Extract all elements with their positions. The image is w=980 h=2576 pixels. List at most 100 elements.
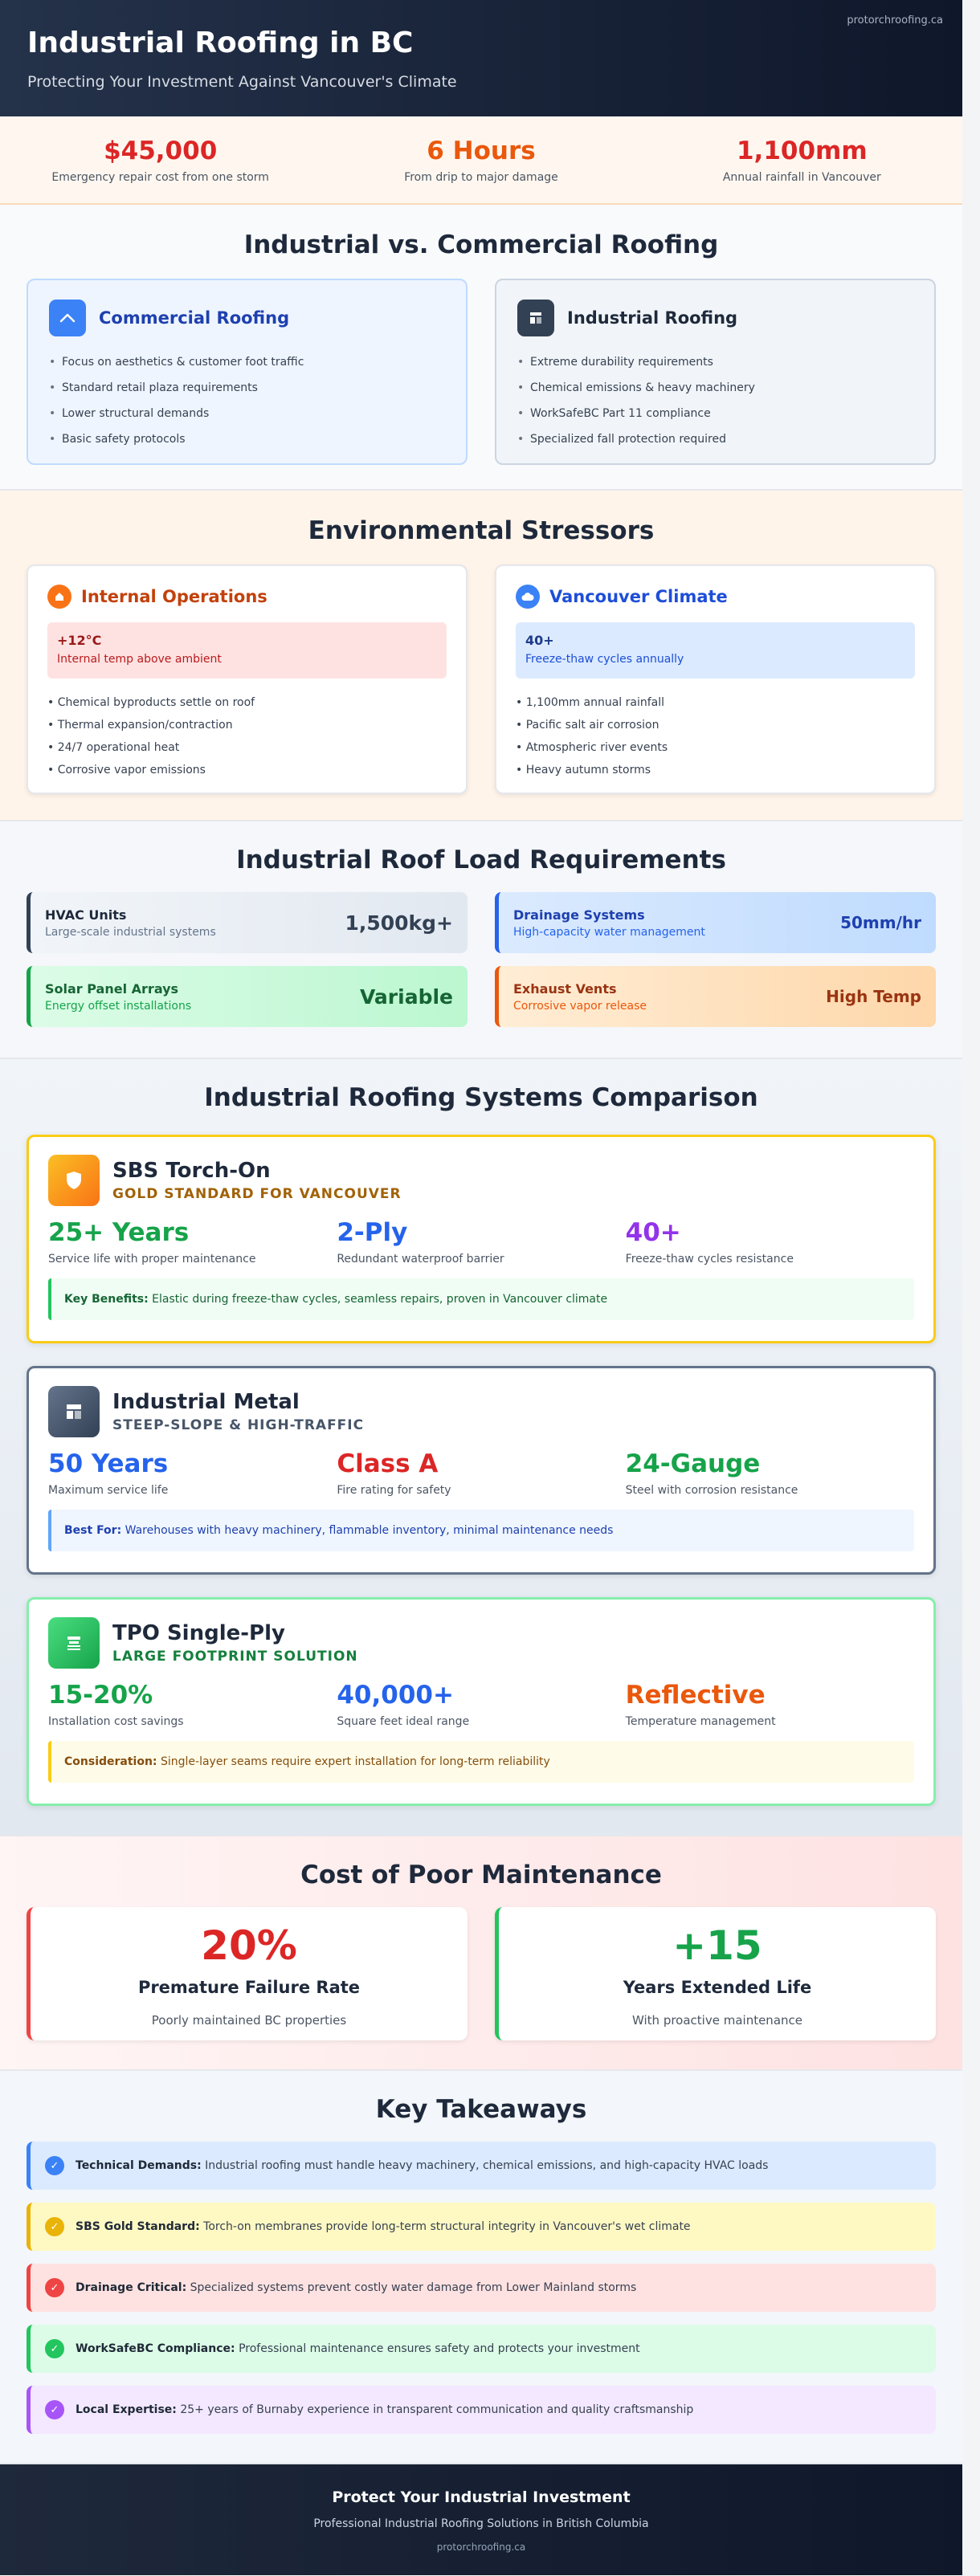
section-title: Key Takeaways xyxy=(375,2095,587,2124)
stat-rainfall: 1,100mm Annual rainfall in Vancouver xyxy=(642,136,962,184)
infographic-page: protorchroofing.ca Industrial Roofing in… xyxy=(0,0,962,2576)
metric-label: Temperature management xyxy=(625,1715,776,1728)
commercial-roofing-card: Commercial Roofing Focus on aesthetics &… xyxy=(27,279,468,465)
systems-comparison-section: Industrial Roofing Systems Comparison SB… xyxy=(0,1059,962,1836)
key-benefits-note: Key Benefits: Elastic during freeze-thaw… xyxy=(48,1278,914,1320)
footer-url: protorchroofing.ca xyxy=(436,2541,526,2553)
footer-subtitle: Professional Industrial Roofing Solution… xyxy=(313,2517,649,2530)
metric-label: Installation cost savings xyxy=(48,1715,184,1728)
load-value: 1,500kg+ xyxy=(345,911,453,935)
list-item: • 1,100mm annual rainfall xyxy=(516,696,665,709)
load-desc: High-capacity water management xyxy=(513,925,705,939)
environmental-section: Environmental Stressors Internal Operati… xyxy=(0,491,962,821)
card-title: Industrial Roofing xyxy=(567,308,738,328)
system-title: SBS Torch-On xyxy=(112,1159,271,1183)
layers-icon xyxy=(48,1617,100,1669)
load-desc: Large-scale industrial systems xyxy=(45,925,216,939)
metric-label: Steel with corrosion resistance xyxy=(625,1484,798,1497)
section-title: Environmental Stressors xyxy=(308,516,655,545)
footer: Protect Your Industrial Investment Profe… xyxy=(0,2464,962,2575)
list-item: Lower structural demands xyxy=(49,401,445,426)
load-card-solar: Solar Panel Arrays Energy offset install… xyxy=(27,966,468,1027)
metric-value: 15-20% xyxy=(48,1681,153,1710)
best-for-note: Best For: Warehouses with heavy machiner… xyxy=(48,1510,914,1551)
list-item: Standard retail plaza requirements xyxy=(49,375,445,401)
note-text: Single-layer seams require expert instal… xyxy=(157,1755,550,1768)
takeaway-label: WorkSafeBC Compliance: xyxy=(76,2342,235,2355)
site-url: protorchroofing.ca xyxy=(847,14,943,26)
highlight-label: Internal temp above ambient xyxy=(57,653,222,666)
list-item: • 24/7 operational heat xyxy=(47,741,180,754)
system-title: Industrial Metal xyxy=(112,1390,300,1414)
maint-value: +15 xyxy=(672,1922,762,1969)
maint-title: Years Extended Life xyxy=(623,1978,812,1997)
load-card-drainage: Drainage Systems High-capacity water man… xyxy=(495,892,936,953)
load-value: 50mm/hr xyxy=(840,913,921,932)
takeaway-item: ✓ Technical Demands: Industrial roofing … xyxy=(27,2142,936,2190)
takeaway-label: Technical Demands: xyxy=(76,2159,202,2172)
consideration-note: Consideration: Single-layer seams requir… xyxy=(48,1741,914,1783)
system-card-metal: Industrial Metal Steep-Slope & High-Traf… xyxy=(27,1366,936,1575)
list-item: • Corrosive vapor emissions xyxy=(47,764,206,776)
highlight-value: +12°C xyxy=(57,633,102,648)
stat-value: 1,100mm xyxy=(736,137,868,165)
system-card-tpo: TPO Single-Ply Large Footprint Solution … xyxy=(27,1597,936,1806)
stat-label: Emergency repair cost from one storm xyxy=(51,171,269,184)
comparison-section: Industrial vs. Commercial Roofing Commer… xyxy=(0,205,962,491)
load-desc: Corrosive vapor release xyxy=(513,999,647,1013)
metric-label: Freeze-thaw cycles resistance xyxy=(625,1253,794,1266)
cloud-icon xyxy=(516,585,540,609)
stat-value: 6 Hours xyxy=(427,137,536,165)
card-title: Vancouver Climate xyxy=(549,587,728,606)
metric-label: Service life with proper maintenance xyxy=(48,1253,256,1266)
list-item: • Heavy autumn storms xyxy=(516,764,651,776)
stat-label: From drip to major damage xyxy=(404,171,558,184)
stat-repair-cost: $45,000 Emergency repair cost from one s… xyxy=(0,136,321,184)
check-icon: ✓ xyxy=(45,2400,64,2419)
metric-value: 2-Ply xyxy=(337,1218,408,1247)
list-item: • Chemical byproducts settle on roof xyxy=(47,696,255,709)
note-text: Warehouses with heavy machinery, flammab… xyxy=(121,1524,614,1537)
industrial-roofing-card: Industrial Roofing Extreme durability re… xyxy=(495,279,936,465)
takeaway-item: ✓ Drainage Critical: Specialized systems… xyxy=(27,2264,936,2312)
metric-value: Class A xyxy=(337,1449,439,1478)
metric-value: Reflective xyxy=(625,1681,766,1710)
load-name: Solar Panel Arrays xyxy=(45,980,179,997)
list-item: Extreme durability requirements xyxy=(517,349,913,375)
maint-sub: Poorly maintained BC properties xyxy=(151,2013,347,2028)
vancouver-climate-card: Vancouver Climate 40+ Freeze-thaw cycles… xyxy=(495,565,936,794)
highlight-value: 40+ xyxy=(525,633,554,648)
load-requirements-section: Industrial Roof Load Requirements HVAC U… xyxy=(0,821,962,1059)
takeaway-label: SBS Gold Standard: xyxy=(76,2220,200,2233)
load-card-exhaust: Exhaust Vents Corrosive vapor release Hi… xyxy=(495,966,936,1027)
list-item: WorkSafeBC Part 11 compliance xyxy=(517,401,913,426)
list-item: • Atmospheric river events xyxy=(516,741,668,754)
note-text: Elastic during freeze-thaw cycles, seaml… xyxy=(148,1293,608,1306)
takeaway-item: ✓ WorkSafeBC Compliance: Professional ma… xyxy=(27,2325,936,2373)
footer-title: Protect Your Industrial Investment xyxy=(332,2488,631,2506)
takeaway-item: ✓ SBS Gold Standard: Torch-on membranes … xyxy=(27,2203,936,2251)
check-icon: ✓ xyxy=(45,2339,64,2358)
list-item: • Thermal expansion/contraction xyxy=(47,719,233,732)
load-desc: Energy offset installations xyxy=(45,999,192,1013)
card-title: Commercial Roofing xyxy=(99,308,290,328)
system-subtitle: Steep-Slope & High-Traffic xyxy=(112,1417,365,1433)
note-label: Best For: xyxy=(64,1524,122,1537)
header: protorchroofing.ca Industrial Roofing in… xyxy=(0,0,962,116)
metric-label: Fire rating for safety xyxy=(337,1484,451,1497)
load-value: High Temp xyxy=(826,987,921,1006)
maint-title: Premature Failure Rate xyxy=(137,1978,361,1997)
list-item: Specialized fall protection required xyxy=(517,426,913,452)
temperature-highlight: +12°C Internal temp above ambient xyxy=(47,622,447,679)
failure-rate-card: 20% Premature Failure Rate Poorly mainta… xyxy=(27,1907,468,2040)
check-icon: ✓ xyxy=(45,2217,64,2236)
list-item: Basic safety protocols xyxy=(49,426,445,452)
maint-value: 20% xyxy=(201,1922,297,1969)
section-title: Industrial vs. Commercial Roofing xyxy=(243,230,719,259)
freeze-thaw-highlight: 40+ Freeze-thaw cycles annually xyxy=(516,622,915,679)
layout-icon xyxy=(48,1386,100,1437)
takeaway-label: Local Expertise: xyxy=(76,2403,177,2416)
metric-value: 24-Gauge xyxy=(625,1449,761,1478)
takeaway-text: Industrial roofing must handle heavy mac… xyxy=(201,2159,769,2172)
takeaway-text: Torch-on membranes provide long-term str… xyxy=(199,2220,691,2233)
